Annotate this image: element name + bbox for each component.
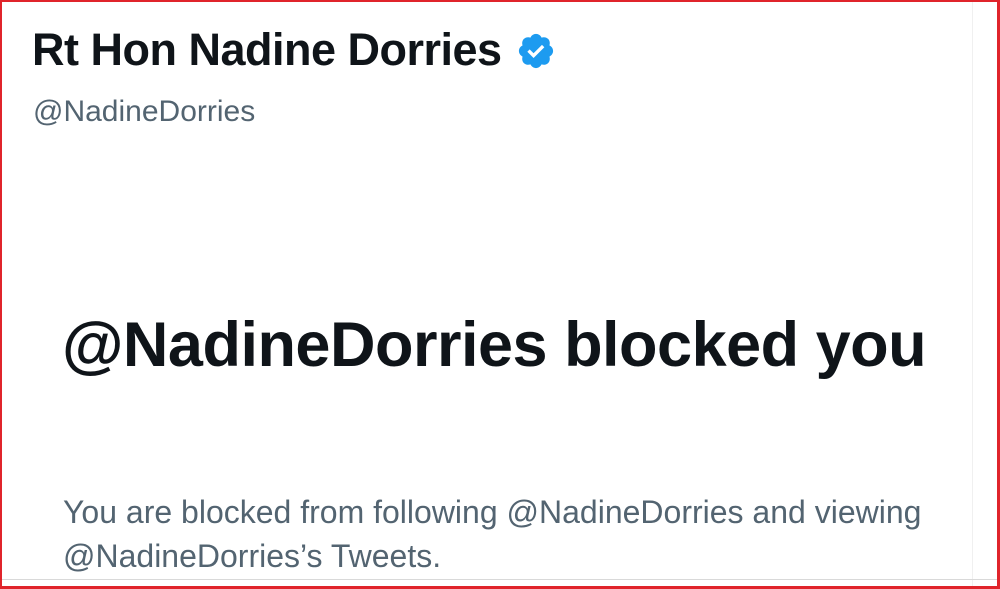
bottom-divider	[2, 579, 997, 580]
blocked-description: You are blocked from following @NadineDo…	[63, 494, 922, 574]
verified-badge-icon[interactable]	[516, 31, 556, 71]
column-divider	[972, 2, 973, 586]
profile-handle: @NadineDorries	[33, 95, 256, 128]
blocked-title: @NadineDorries blocked you	[62, 310, 927, 380]
profile-header: Rt Hon Nadine Dorries	[32, 24, 556, 76]
profile-display-name: Rt Hon Nadine Dorries	[32, 24, 502, 75]
